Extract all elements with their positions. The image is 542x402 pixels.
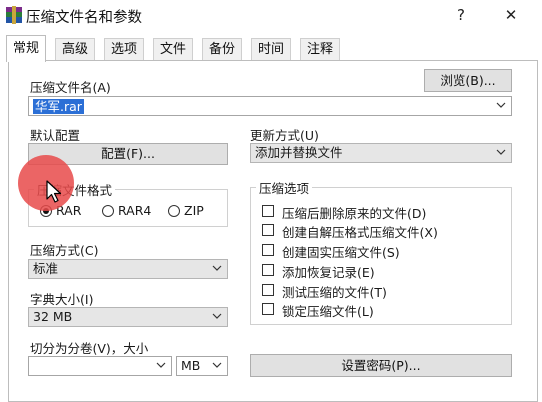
dictionary-size-select[interactable]: 32 MB — [28, 307, 228, 327]
update-method-label: 更新方式(U) — [250, 128, 319, 143]
split-volumes-combo[interactable] — [28, 356, 172, 376]
chevron-down-icon[interactable] — [211, 262, 223, 274]
checkbox-delete-after[interactable] — [262, 205, 274, 217]
checkbox-solid-label[interactable]: 创建固实压缩文件(S) — [282, 242, 400, 261]
compression-method-select[interactable]: 标准 — [28, 259, 228, 279]
tab-advanced[interactable]: 高级 — [55, 38, 96, 61]
archive-name-label: 压缩文件名(A) — [30, 80, 111, 95]
tab-strip: 常规 高级 选项 文件 备份 时间 注释 — [0, 33, 542, 63]
split-unit-value: MB — [181, 358, 201, 373]
title-bar: 压缩文件名和参数 ? ✕ — [0, 0, 542, 32]
update-method-value: 添加并替换文件 — [255, 145, 343, 160]
mouse-pointer-icon — [46, 180, 62, 203]
help-button[interactable]: ? — [444, 3, 478, 27]
window-title: 压缩文件名和参数 — [26, 10, 142, 26]
browse-button[interactable]: 浏览(B)... — [424, 69, 512, 92]
dictionary-size-label: 字典大小(I) — [30, 292, 94, 307]
tab-files[interactable]: 文件 — [153, 38, 194, 61]
compression-method-value: 标准 — [33, 261, 59, 276]
checkbox-delete-after-label[interactable]: 压缩后删除原来的文件(D) — [282, 203, 426, 222]
checkbox-solid[interactable] — [262, 244, 274, 256]
chevron-down-icon[interactable] — [211, 310, 223, 322]
default-profile-label: 默认配置 — [30, 128, 81, 143]
radio-zip[interactable] — [168, 205, 180, 217]
checkbox-recovery-label[interactable]: 添加恢复记录(E) — [282, 262, 375, 281]
set-password-button[interactable]: 设置密码(P)... — [250, 354, 512, 377]
radio-rar4-label[interactable]: RAR4 — [118, 203, 151, 218]
tab-comment[interactable]: 注释 — [300, 38, 341, 61]
chevron-down-icon[interactable] — [155, 359, 167, 371]
archive-options-label: 压缩选项 — [256, 178, 313, 197]
close-button[interactable]: ✕ — [494, 3, 528, 27]
checkbox-sfx-label[interactable]: 创建自解压格式压缩文件(X) — [282, 222, 438, 241]
radio-rar4[interactable] — [102, 205, 114, 217]
dictionary-size-value: 32 MB — [33, 309, 73, 324]
update-method-select[interactable]: 添加并替换文件 — [250, 143, 512, 163]
chevron-down-icon[interactable] — [495, 146, 507, 158]
checkbox-test[interactable] — [262, 284, 274, 296]
checkbox-lock-label[interactable]: 锁定压缩文件(L) — [282, 301, 374, 320]
compression-method-label: 压缩方式(C) — [30, 243, 99, 258]
archive-name-combo[interactable]: 华军.rar — [28, 96, 512, 116]
tab-options[interactable]: 选项 — [104, 38, 145, 61]
chevron-down-icon[interactable] — [211, 359, 223, 371]
checkbox-sfx[interactable] — [262, 224, 274, 236]
tab-backup[interactable]: 备份 — [202, 38, 243, 61]
split-unit-select[interactable]: MB — [176, 356, 228, 376]
archive-name-value: 华军.rar — [33, 99, 84, 114]
radio-zip-label[interactable]: ZIP — [184, 203, 204, 218]
split-volumes-label: 切分为分卷(V)，大小 — [30, 341, 149, 356]
tab-general[interactable]: 常规 — [6, 35, 47, 62]
checkbox-test-label[interactable]: 测试压缩的文件(T) — [282, 282, 387, 301]
chevron-down-icon[interactable] — [495, 99, 507, 111]
winrar-app-icon — [6, 6, 22, 24]
tab-time[interactable]: 时间 — [251, 38, 292, 61]
checkbox-lock[interactable] — [262, 303, 274, 315]
checkbox-recovery[interactable] — [262, 264, 274, 276]
